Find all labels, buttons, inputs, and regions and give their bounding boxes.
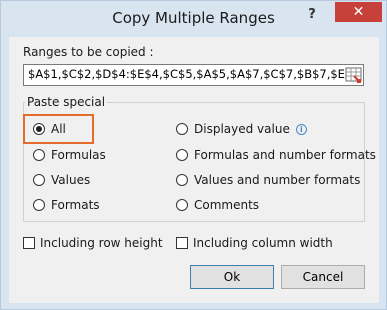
radio-formulas-circle[interactable] [33, 149, 45, 161]
radio-formats-circle[interactable] [33, 199, 45, 211]
title-bar: Copy Multiple Ranges ? ✕ [1, 1, 386, 37]
row-height-box[interactable] [23, 237, 35, 249]
paste-special-title: Paste special [25, 95, 108, 109]
radio-values[interactable]: Values [33, 171, 90, 189]
dialog-window: Copy Multiple Ranges ? ✕ Ranges to be co… [0, 0, 387, 310]
column-width-box[interactable] [176, 237, 188, 249]
ranges-label: Ranges to be copied : [23, 45, 154, 59]
dialog-body: Ranges to be copied : $A$1,$C$2,$D$4:$E$… [9, 37, 379, 303]
radio-values-number-formats-label: Values and number formats [194, 173, 361, 187]
column-width-label: Including column width [193, 236, 333, 250]
radio-comments-circle[interactable] [176, 199, 188, 211]
radio-comments-label: Comments [194, 198, 260, 212]
radio-comments[interactable]: Comments [176, 196, 259, 214]
radio-values-number-formats-circle[interactable] [176, 174, 188, 186]
help-button[interactable]: ? [303, 7, 321, 25]
radio-displayed-value[interactable]: Displayed value i [176, 120, 307, 138]
cancel-button[interactable]: Cancel [281, 265, 365, 289]
radio-formulas-number-formats-circle[interactable] [176, 149, 188, 161]
column-width-checkbox[interactable]: Including column width [176, 234, 333, 252]
radio-all[interactable]: All [33, 120, 66, 138]
radio-values-circle[interactable] [33, 174, 45, 186]
row-height-checkbox[interactable]: Including row height [23, 234, 163, 252]
radio-all-label: All [51, 122, 66, 136]
radio-displayed-value-label: Displayed value [194, 122, 290, 136]
radio-values-label: Values [51, 173, 91, 187]
radio-values-number-formats[interactable]: Values and number formats [176, 171, 360, 189]
dialog-title: Copy Multiple Ranges [112, 9, 275, 27]
ok-button[interactable]: Ok [190, 265, 274, 289]
radio-displayed-value-circle[interactable] [176, 123, 188, 135]
radio-formulas[interactable]: Formulas [33, 146, 106, 164]
info-icon[interactable]: i [295, 123, 307, 135]
radio-all-circle[interactable] [33, 123, 45, 135]
radio-formulas-number-formats-label: Formulas and number formats [194, 148, 376, 162]
radio-formulas-label: Formulas [51, 148, 106, 162]
row-height-label: Including row height [40, 236, 163, 250]
range-select-icon[interactable] [345, 66, 363, 84]
close-button[interactable]: ✕ [335, 2, 382, 22]
radio-formats[interactable]: Formats [33, 196, 100, 214]
radio-formats-label: Formats [51, 198, 100, 212]
ranges-input[interactable]: $A$1,$C$2,$D$4:$E$4,$C$5,$A$5,$A$7,$C$7,… [23, 64, 364, 86]
radio-formulas-number-formats[interactable]: Formulas and number formats [176, 146, 376, 164]
